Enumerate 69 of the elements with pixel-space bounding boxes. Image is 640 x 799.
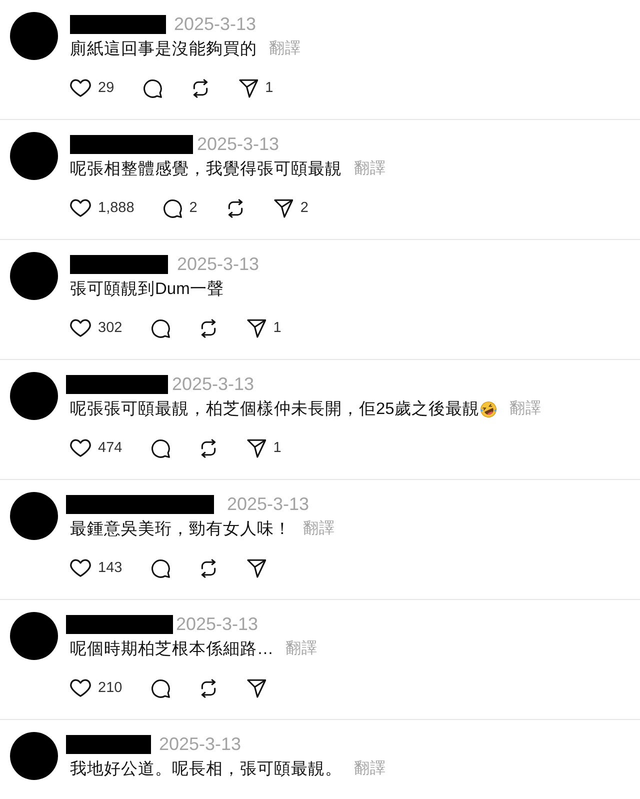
paper-plane-icon [239, 78, 258, 98]
share-button[interactable]: 1 [247, 438, 282, 458]
heart-icon [70, 319, 91, 337]
paper-plane-icon [274, 198, 294, 218]
repost-icon [199, 678, 218, 698]
avatar[interactable] [10, 372, 58, 420]
repost-button[interactable] [199, 438, 218, 458]
reply-button[interactable] [143, 78, 162, 98]
like-button[interactable]: 210 [70, 678, 122, 698]
paper-plane-icon [247, 678, 266, 698]
speech-bubble-icon [163, 198, 182, 218]
comment-text: 最鍾意吳美珩，勁有女人味！ [70, 519, 291, 540]
repost-icon [226, 198, 246, 218]
reply-button[interactable] [151, 318, 170, 338]
speech-bubble-icon [151, 558, 170, 578]
comment-date: 2025-3-13 [177, 253, 260, 275]
reply-button[interactable] [151, 678, 170, 698]
reply-button[interactable]: 2 [163, 198, 198, 218]
heart-icon [70, 559, 91, 577]
comment-date: 2025-3-13 [227, 493, 310, 515]
share-button[interactable]: 1 [247, 318, 282, 338]
comment-date: 2025-3-13 [176, 613, 258, 635]
heart-icon [70, 679, 91, 697]
like-button[interactable]: 143 [70, 558, 122, 578]
repost-button[interactable] [199, 318, 218, 338]
comment-date: 2025-3-13 [159, 733, 242, 755]
comment-text: 廁紙這回事是沒能夠買的 [70, 39, 257, 60]
heart-icon [70, 79, 91, 97]
comment-text: 張可頤靚到Dum一聲 [70, 279, 224, 300]
avatar[interactable] [10, 132, 58, 180]
repost-icon [199, 438, 218, 458]
repost-icon [199, 558, 218, 578]
repost-button[interactable] [199, 558, 218, 578]
reply-button[interactable] [151, 558, 170, 578]
comment-text: 呢個時期柏芝根本係細路… [70, 639, 274, 660]
paper-plane-icon [247, 318, 266, 338]
avatar[interactable] [10, 732, 58, 780]
repost-button[interactable] [191, 78, 210, 98]
repost-button[interactable] [199, 678, 218, 698]
paper-plane-icon [247, 438, 266, 458]
heart-icon [70, 199, 91, 217]
comment-date: 2025-3-13 [172, 373, 254, 395]
comment-text: 呢張張可頤最靚，柏芝個樣仲未長開，佢25歲之後最靚 [70, 399, 480, 420]
speech-bubble-icon [143, 78, 162, 98]
like-button[interactable]: 1,888 [70, 198, 134, 218]
share-button[interactable]: 2 [274, 198, 308, 218]
avatar[interactable] [10, 612, 58, 660]
like-button[interactable]: 29 [70, 78, 114, 98]
speech-bubble-icon [151, 318, 170, 338]
reply-button[interactable] [151, 438, 170, 458]
comment-date: 2025-3-13 [174, 13, 256, 35]
repost-button[interactable] [226, 198, 246, 218]
comment-date: 2025-3-13 [197, 133, 280, 155]
heart-icon [70, 439, 91, 457]
like-button[interactable]: 302 [70, 318, 122, 338]
share-button[interactable]: 1 [239, 78, 274, 98]
speech-bubble-icon [151, 438, 170, 458]
comment-text: 我地好公道。呢長相，張可頤最靚。 [70, 759, 342, 780]
avatar[interactable] [10, 492, 58, 540]
share-button[interactable] [247, 558, 266, 578]
comment-text: 呢張相整體感覺，我覺得張可頤最靚 [70, 159, 342, 180]
avatar[interactable] [10, 252, 58, 300]
paper-plane-icon [247, 558, 266, 578]
repost-icon [191, 78, 210, 98]
repost-icon [199, 318, 218, 338]
like-button[interactable]: 474 [70, 438, 122, 458]
share-button[interactable] [247, 678, 266, 698]
speech-bubble-icon [151, 678, 170, 698]
avatar[interactable] [10, 12, 58, 60]
